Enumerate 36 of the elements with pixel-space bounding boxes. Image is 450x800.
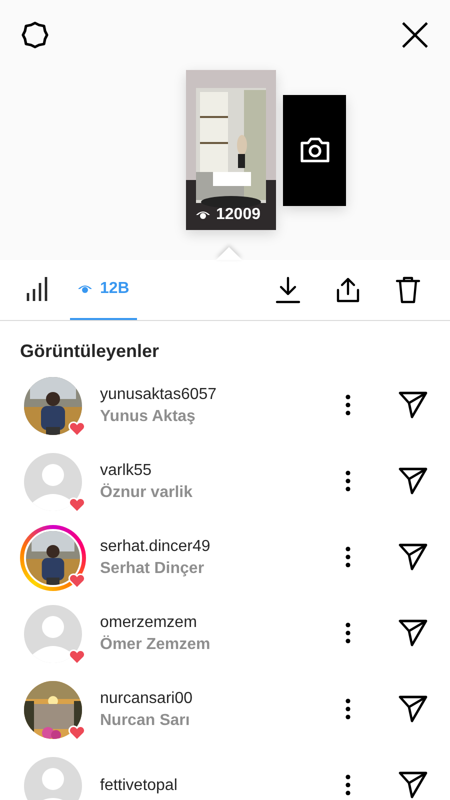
username[interactable]: fettivetopal: [100, 777, 336, 795]
close-icon[interactable]: [400, 20, 430, 50]
eye-icon: [196, 210, 210, 220]
username[interactable]: nurcansari00: [100, 690, 336, 708]
settings-icon[interactable]: [20, 20, 50, 50]
more-icon: [345, 696, 351, 720]
send-button[interactable]: [396, 769, 430, 800]
send-icon: [398, 466, 428, 496]
eye-icon: [78, 284, 92, 294]
view-count: 12009: [216, 206, 260, 224]
download-icon: [274, 276, 302, 304]
send-icon: [398, 770, 428, 800]
send-icon: [398, 390, 428, 420]
username[interactable]: varlk55: [100, 462, 336, 480]
add-story-card[interactable]: [283, 94, 346, 206]
more-icon: [345, 544, 351, 568]
send-icon: [398, 694, 428, 724]
username[interactable]: serhat.dincer49: [100, 538, 336, 556]
more-icon: [345, 620, 351, 644]
full-name: Nurcan Sarı: [100, 712, 191, 730]
full-name: Öznur varlik: [100, 484, 194, 502]
more-icon: [345, 392, 351, 416]
share-icon: [334, 276, 362, 304]
full-name: Serhat Dinçer: [100, 560, 206, 578]
full-name: Yunus Aktaş: [100, 408, 196, 426]
username[interactable]: yunusaktas6057: [100, 386, 336, 404]
full-name: Ömer Zemzem: [100, 636, 212, 654]
delete-icon: [394, 276, 422, 304]
username[interactable]: omerzemzem: [100, 614, 336, 632]
bar-chart-icon: [26, 277, 50, 301]
story-thumbnail[interactable]: 12009: [186, 70, 276, 230]
more-icon: [345, 772, 351, 796]
more-icon: [345, 468, 351, 492]
section-title: Görüntüleyenler: [19, 340, 160, 363]
send-icon: [398, 618, 428, 648]
send-icon: [398, 542, 428, 572]
